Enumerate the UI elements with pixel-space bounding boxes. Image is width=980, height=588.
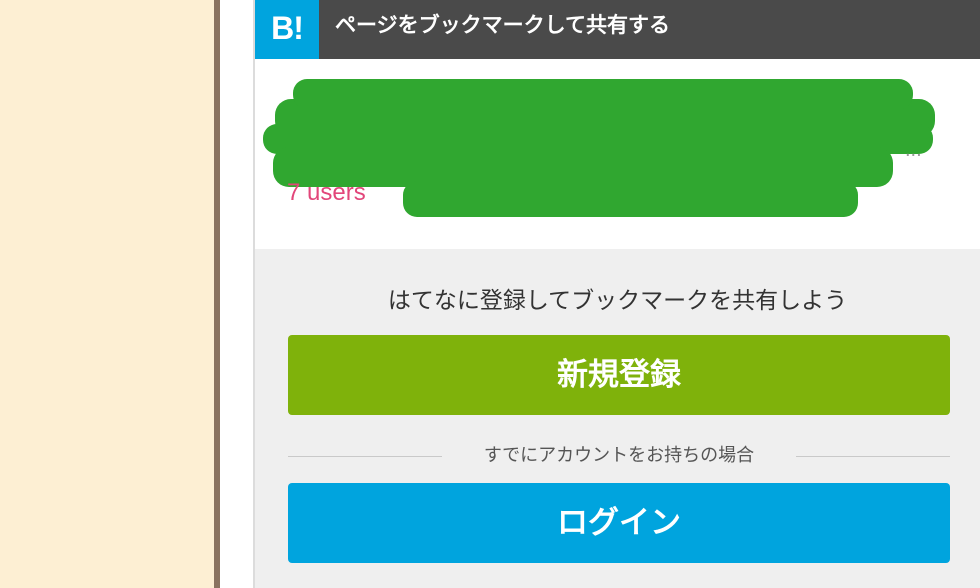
divider-text: すでにアカウントをお持ちの場合 (442, 442, 796, 470)
account-divider: すでにアカウントをお持ちの場合 (288, 442, 950, 470)
left-background (0, 0, 214, 588)
title-ellipsis: ... (905, 139, 922, 161)
signup-section: はてなに登録してブックマークを共有しよう 新規登録 すでにアカウントをお持ちの場… (255, 249, 980, 588)
panel-title: ページをブックマークして共有する (335, 13, 670, 37)
redacted-entry-title (263, 79, 935, 217)
users-count[interactable]: 7 users (287, 179, 366, 207)
panel-header: B! ページをブックマークして共有する (255, 0, 980, 59)
hatena-bookmark-logo: B! (255, 0, 319, 59)
signup-prompt: はてなに登録してブックマークを共有しよう (387, 288, 848, 314)
bookmark-entry[interactable]: ... 7 users (255, 59, 980, 249)
gutter (220, 0, 253, 588)
login-button[interactable]: ログイン (288, 483, 950, 563)
share-panel: B! ページをブックマークして共有する ... 7 users はてなに登録して… (253, 0, 980, 588)
register-button[interactable]: 新規登録 (288, 335, 950, 415)
